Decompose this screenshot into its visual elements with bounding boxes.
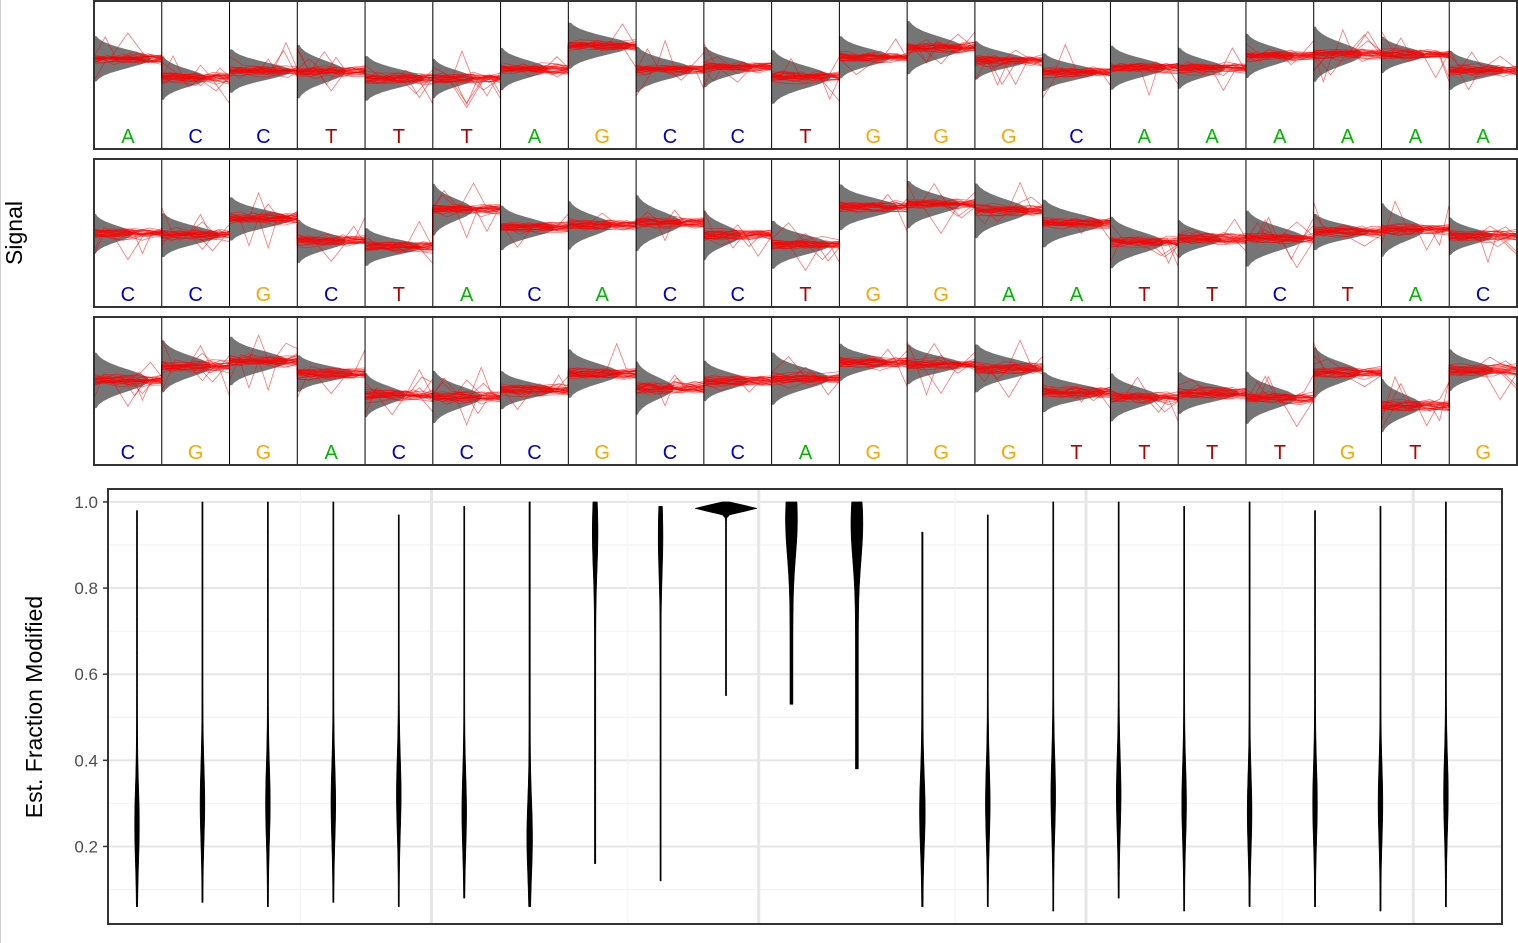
base-label: T [1070, 442, 1082, 464]
base-label: A [1205, 126, 1219, 148]
base-label: G [1475, 442, 1491, 464]
base-label: G [866, 284, 882, 306]
base-label: G [1340, 442, 1356, 464]
base-label: T [393, 284, 405, 306]
base-label: C [663, 442, 677, 464]
base-label: T [461, 126, 473, 148]
base-label: C [121, 284, 135, 306]
base-label: C [730, 284, 744, 306]
base-label: C [256, 126, 270, 148]
base-label: C [1069, 126, 1083, 148]
base-label: T [799, 126, 811, 148]
base-label: A [1002, 284, 1016, 306]
base-label: T [1409, 442, 1421, 464]
violin-panel-background [108, 489, 1502, 924]
base-label: G [933, 442, 949, 464]
base-label: A [1138, 126, 1152, 148]
base-label: G [933, 126, 949, 148]
base-label: C [1273, 284, 1287, 306]
base-label: A [1070, 284, 1084, 306]
base-label: G [188, 442, 204, 464]
base-label: G [1001, 126, 1017, 148]
base-label: T [1138, 442, 1150, 464]
signal-panel-1: ACCTTTAGCCTGGGCAAAAAA [93, 0, 1518, 150]
base-label: A [1341, 126, 1355, 148]
base-label: G [866, 126, 882, 148]
base-label: T [799, 284, 811, 306]
base-label: T [1206, 442, 1218, 464]
base-label: T [1138, 284, 1150, 306]
base-label: G [594, 126, 610, 148]
figure: A C C T T T A G C C T G G G C A A A A A A C C G C T A C A C C T G G A A T T C T… [1, 0, 1518, 925]
base-label: A [596, 284, 610, 306]
violin-panel: 0.2 0.4 0.6 0.8 1.0 [74, 488, 1503, 925]
base-label: A [460, 284, 474, 306]
signal-panel-3: CGGACCCGCCAGGGTTTTGTG [93, 316, 1518, 466]
base-label: C [1476, 284, 1490, 306]
base-label: C [324, 284, 338, 306]
base-label: A [1273, 126, 1287, 148]
base-label: T [325, 126, 337, 148]
signal-panel-2: CCGCTACACCTGGAATTCTAC [93, 158, 1518, 308]
base-label: G [866, 442, 882, 464]
base-label: A [1409, 126, 1423, 148]
base-label: C [663, 126, 677, 148]
base-label: C [730, 126, 744, 148]
violin-axis-label: Est. Fraction Modified [21, 596, 47, 818]
base-label: C [188, 284, 202, 306]
y-tick-label: 0.4 [74, 751, 98, 770]
base-label: T [1341, 284, 1353, 306]
base-label: C [663, 284, 677, 306]
base-label: C [121, 442, 135, 464]
base-label: C [459, 442, 473, 464]
y-tick-label: 0.2 [74, 837, 98, 856]
base-label: C [527, 442, 541, 464]
base-label: G [933, 284, 949, 306]
base-label: C [188, 126, 202, 148]
base-label: A [1476, 126, 1490, 148]
base-label: G [256, 442, 272, 464]
base-label: C [527, 284, 541, 306]
base-label: G [256, 284, 272, 306]
y-tick-label: 1.0 [74, 493, 98, 512]
y-tick-label: 0.6 [74, 665, 98, 684]
base-label: C [730, 442, 744, 464]
y-tick-label: 0.8 [74, 579, 98, 598]
base-label: G [594, 442, 610, 464]
base-label: A [1409, 284, 1423, 306]
base-label: A [325, 442, 339, 464]
signal-axis-label: Signal [1, 201, 27, 265]
base-label: T [393, 126, 405, 148]
base-label: T [1206, 284, 1218, 306]
base-label: A [799, 442, 813, 464]
base-label: G [1001, 442, 1017, 464]
base-label: C [392, 442, 406, 464]
base-label: A [528, 126, 542, 148]
base-label: T [1274, 442, 1286, 464]
base-label: A [121, 126, 135, 148]
